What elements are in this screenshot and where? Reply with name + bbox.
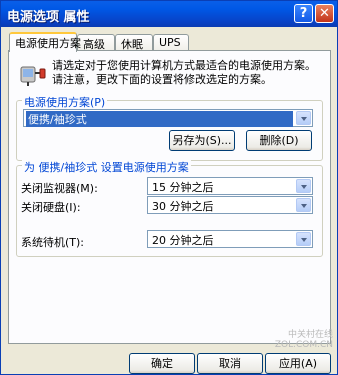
window-title: 电源选项 属性 — [7, 10, 90, 25]
scheme-select-value: 便携/袖珍式 — [26, 111, 293, 127]
tab-panel: 请选定对于您使用计算机方式最适合的电源使用方案。请注意，更改下面的设置将修改选定… — [8, 50, 331, 344]
title-bar[interactable]: 电源选项 属性 ? ✕ — [1, 1, 337, 27]
ok-button[interactable]: 确定 — [129, 353, 195, 374]
monitor-label: 关闭监视器(M): — [21, 182, 98, 195]
watermark-line1: 中关村在线 — [287, 330, 333, 340]
hdd-select-value: 30 分钟之后 — [152, 200, 214, 213]
tab-ups[interactable]: UPS — [153, 34, 189, 51]
standby-label: 系统待机(T): — [21, 236, 85, 249]
power-options-dialog: 电源选项 属性 ? ✕ 电源使用方案 高级 休眠 UPS 请选定对于您使用计算机… — [0, 0, 338, 375]
monitor-select[interactable]: 15 分钟之后 — [147, 177, 313, 195]
power-plug-icon — [20, 66, 46, 86]
save-as-button[interactable]: 另存为(S)... — [169, 130, 235, 151]
close-button[interactable]: ✕ — [315, 4, 334, 23]
tab-advanced[interactable]: 高级 — [77, 34, 115, 51]
standby-select-value: 20 分钟之后 — [152, 234, 214, 247]
settings-group-label: 为 便携/袖珍式 设置电源使用方案 — [22, 159, 191, 175]
tab-power-schemes[interactable]: 电源使用方案 — [9, 32, 81, 52]
chevron-down-icon[interactable] — [296, 232, 311, 246]
monitor-select-value: 15 分钟之后 — [152, 181, 214, 194]
scheme-group-label: 电源使用方案(P) — [22, 94, 108, 110]
watermark: 中关村在线 ZOL.COM.CN — [275, 327, 333, 350]
watermark-line2: ZOL.COM.CN — [274, 340, 333, 350]
chevron-down-icon[interactable] — [296, 179, 311, 193]
tab-hibernate[interactable]: 休眠 — [115, 34, 153, 51]
hdd-label: 关闭硬盘(I): — [21, 201, 81, 214]
scheme-description: 请选定对于您使用计算机方式最适合的电源使用方案。请注意，更改下面的设置将修改选定… — [52, 59, 316, 86]
standby-select[interactable]: 20 分钟之后 — [147, 230, 313, 248]
hdd-select[interactable]: 30 分钟之后 — [147, 196, 313, 214]
apply-button[interactable]: 应用(A) — [265, 353, 331, 374]
help-button[interactable]: ? — [294, 4, 313, 23]
chevron-down-icon[interactable] — [296, 198, 311, 212]
scheme-select[interactable]: 便携/袖珍式 — [23, 109, 313, 127]
chevron-down-icon[interactable] — [296, 111, 311, 125]
cancel-button[interactable]: 取消 — [197, 353, 263, 374]
delete-button[interactable]: 删除(D) — [246, 130, 312, 151]
